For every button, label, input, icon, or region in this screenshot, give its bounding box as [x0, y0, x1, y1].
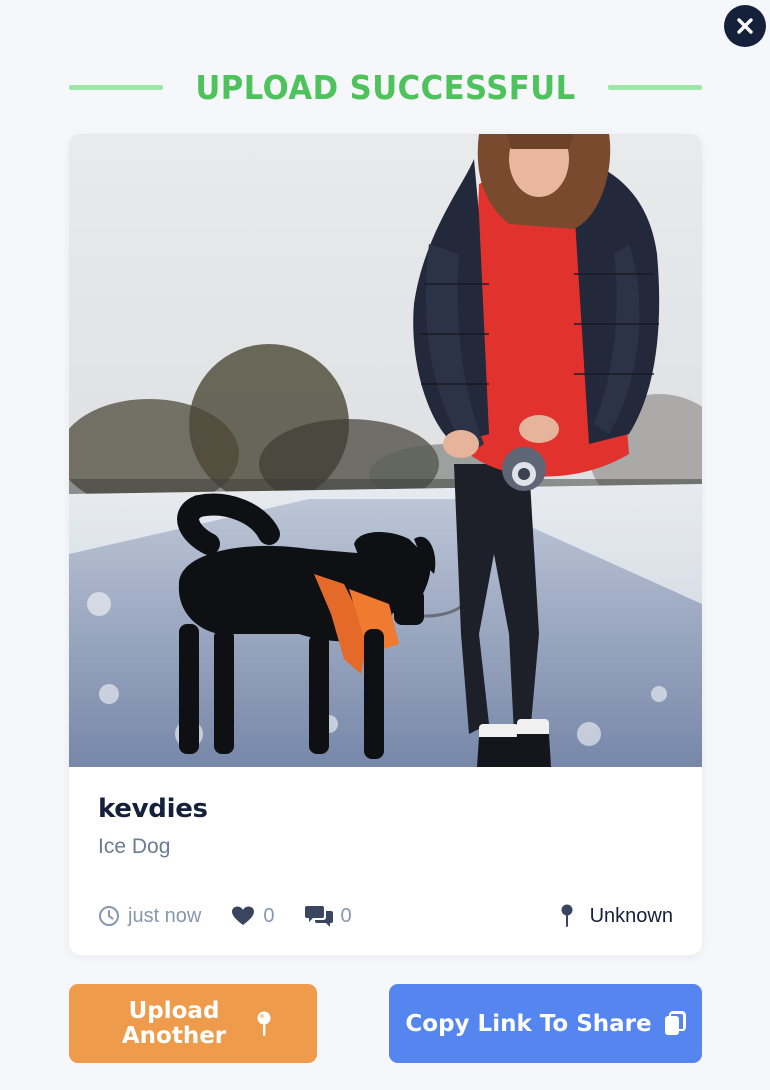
post-caption: Ice Dog: [98, 835, 171, 858]
heart-icon: [232, 906, 255, 925]
pin-icon: [257, 1011, 271, 1036]
header-divider-left: [69, 84, 163, 90]
clock-icon: [99, 906, 119, 926]
comments-icon: [304, 906, 333, 927]
post-meta: just now 0 0 Unknown: [98, 901, 673, 931]
upload-another-button[interactable]: Upload Another: [69, 984, 317, 1063]
pin-icon: [561, 904, 573, 927]
upload-another-label-line1: Upload: [128, 997, 220, 1024]
location-label: Unknown: [589, 904, 673, 927]
copy-link-button[interactable]: Copy Link To Share: [389, 984, 702, 1063]
post-username[interactable]: kevdies: [98, 794, 208, 824]
close-button[interactable]: [724, 5, 766, 47]
success-header: UPLOAD SUCCESSFUL: [69, 64, 702, 110]
close-icon: [737, 18, 753, 34]
copy-link-label: Copy Link To Share: [405, 1010, 652, 1037]
comment-count: 0: [340, 904, 352, 927]
page-title: UPLOAD SUCCESSFUL: [195, 67, 576, 107]
post-card: kevdies Ice Dog just now 0 0 Unknown: [69, 134, 702, 955]
comments-button[interactable]: 0: [304, 904, 352, 928]
post-time-label: just now: [128, 904, 202, 927]
post-location: Unknown: [560, 904, 673, 928]
upload-another-label: Upload Another: [114, 997, 234, 1049]
post-photo: [69, 134, 702, 767]
upload-another-label-line2: Another: [121, 1022, 227, 1049]
like-count: 0: [263, 904, 275, 927]
copy-icon: [664, 1010, 686, 1035]
header-divider-right: [608, 84, 702, 90]
like-button[interactable]: 0: [231, 904, 275, 928]
post-time: just now: [98, 905, 201, 928]
